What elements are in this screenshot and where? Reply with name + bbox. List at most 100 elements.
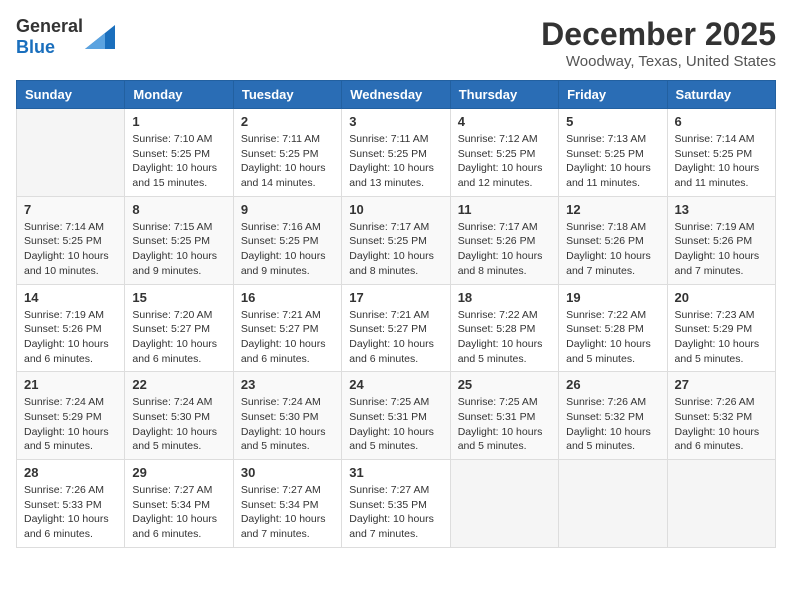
calendar-week-row: 7 Sunrise: 7:14 AMSunset: 5:25 PMDaylight… bbox=[17, 196, 776, 284]
day-info: Sunrise: 7:22 AMSunset: 5:28 PMDaylight:… bbox=[566, 308, 659, 367]
day-info: Sunrise: 7:26 AMSunset: 5:33 PMDaylight:… bbox=[24, 483, 117, 542]
weekday-header-wednesday: Wednesday bbox=[342, 81, 450, 109]
day-info: Sunrise: 7:21 AMSunset: 5:27 PMDaylight:… bbox=[241, 308, 334, 367]
day-info: Sunrise: 7:10 AMSunset: 5:25 PMDaylight:… bbox=[132, 132, 225, 191]
calendar-cell bbox=[17, 109, 125, 197]
calendar-week-row: 21 Sunrise: 7:24 AMSunset: 5:29 PMDayligh… bbox=[17, 372, 776, 460]
day-number: 13 bbox=[675, 202, 768, 217]
day-info: Sunrise: 7:18 AMSunset: 5:26 PMDaylight:… bbox=[566, 220, 659, 279]
day-info: Sunrise: 7:24 AMSunset: 5:30 PMDaylight:… bbox=[132, 395, 225, 454]
day-info: Sunrise: 7:24 AMSunset: 5:30 PMDaylight:… bbox=[241, 395, 334, 454]
day-info: Sunrise: 7:26 AMSunset: 5:32 PMDaylight:… bbox=[566, 395, 659, 454]
day-info: Sunrise: 7:27 AMSunset: 5:34 PMDaylight:… bbox=[241, 483, 334, 542]
calendar-cell: 14Sunrise: 7:19 AMSunset: 5:26 PMDayligh… bbox=[17, 284, 125, 372]
day-number: 1 bbox=[132, 114, 225, 129]
logo-icon bbox=[85, 25, 115, 49]
calendar-cell: 11 Sunrise: 7:17 AMSunset: 5:26 PMDayligh… bbox=[450, 196, 558, 284]
day-info: Sunrise: 7:25 AMSunset: 5:31 PMDaylight:… bbox=[349, 395, 442, 454]
calendar-cell: 7 Sunrise: 7:14 AMSunset: 5:25 PMDaylight… bbox=[17, 196, 125, 284]
weekday-header-tuesday: Tuesday bbox=[233, 81, 341, 109]
day-number: 9 bbox=[241, 202, 334, 217]
day-number: 21 bbox=[24, 377, 117, 392]
logo: General Blue bbox=[16, 16, 115, 58]
weekday-header-friday: Friday bbox=[559, 81, 667, 109]
calendar-cell: 30 Sunrise: 7:27 AMSunset: 5:34 PMDayligh… bbox=[233, 460, 341, 548]
day-info: Sunrise: 7:25 AMSunset: 5:31 PMDaylight:… bbox=[458, 395, 551, 454]
calendar-cell: 1 Sunrise: 7:10 AMSunset: 5:25 PMDaylight… bbox=[125, 109, 233, 197]
day-number: 30 bbox=[241, 465, 334, 480]
calendar-cell: 15 Sunrise: 7:20 AMSunset: 5:27 PMDayligh… bbox=[125, 284, 233, 372]
day-number: 7 bbox=[24, 202, 117, 217]
day-number: 27 bbox=[675, 377, 768, 392]
calendar-cell: 19 Sunrise: 7:22 AMSunset: 5:28 PMDayligh… bbox=[559, 284, 667, 372]
calendar-cell bbox=[667, 460, 775, 548]
calendar-cell bbox=[559, 460, 667, 548]
weekday-header-thursday: Thursday bbox=[450, 81, 558, 109]
day-number: 12 bbox=[566, 202, 659, 217]
location-title: Woodway, Texas, United States bbox=[541, 53, 776, 70]
calendar-cell: 27 Sunrise: 7:26 AMSunset: 5:32 PMDayligh… bbox=[667, 372, 775, 460]
day-info: Sunrise: 7:21 AMSunset: 5:27 PMDaylight:… bbox=[349, 308, 442, 367]
calendar-week-row: 14Sunrise: 7:19 AMSunset: 5:26 PMDayligh… bbox=[17, 284, 776, 372]
page-header: General Blue December 2025 Woodway, Texa… bbox=[16, 16, 776, 70]
calendar-cell: 25Sunrise: 7:25 AMSunset: 5:31 PMDayligh… bbox=[450, 372, 558, 460]
day-info: Sunrise: 7:14 AMSunset: 5:25 PMDaylight:… bbox=[24, 220, 117, 279]
day-number: 17 bbox=[349, 290, 442, 305]
day-info: Sunrise: 7:22 AMSunset: 5:28 PMDaylight:… bbox=[458, 308, 551, 367]
calendar-cell: 21 Sunrise: 7:24 AMSunset: 5:29 PMDayligh… bbox=[17, 372, 125, 460]
day-number: 11 bbox=[458, 202, 551, 217]
title-block: December 2025 Woodway, Texas, United Sta… bbox=[541, 16, 776, 70]
day-info: Sunrise: 7:19 AMSunset: 5:26 PMDaylight:… bbox=[24, 308, 117, 367]
calendar-week-row: 28 Sunrise: 7:26 AMSunset: 5:33 PMDayligh… bbox=[17, 460, 776, 548]
calendar-cell: 26 Sunrise: 7:26 AMSunset: 5:32 PMDayligh… bbox=[559, 372, 667, 460]
calendar-cell: 10 Sunrise: 7:17 AMSunset: 5:25 PMDayligh… bbox=[342, 196, 450, 284]
calendar-cell: 2Sunrise: 7:11 AMSunset: 5:25 PMDaylight… bbox=[233, 109, 341, 197]
calendar-cell: 22 Sunrise: 7:24 AMSunset: 5:30 PMDayligh… bbox=[125, 372, 233, 460]
day-number: 20 bbox=[675, 290, 768, 305]
weekday-header-saturday: Saturday bbox=[667, 81, 775, 109]
day-info: Sunrise: 7:19 AMSunset: 5:26 PMDaylight:… bbox=[675, 220, 768, 279]
day-info: Sunrise: 7:14 AMSunset: 5:25 PMDaylight:… bbox=[675, 132, 768, 191]
day-number: 29 bbox=[132, 465, 225, 480]
day-number: 31 bbox=[349, 465, 442, 480]
day-info: Sunrise: 7:16 AMSunset: 5:25 PMDaylight:… bbox=[241, 220, 334, 279]
day-info: Sunrise: 7:15 AMSunset: 5:25 PMDaylight:… bbox=[132, 220, 225, 279]
calendar-cell: 5Sunrise: 7:13 AMSunset: 5:25 PMDaylight… bbox=[559, 109, 667, 197]
calendar-cell: 3Sunrise: 7:11 AMSunset: 5:25 PMDaylight… bbox=[342, 109, 450, 197]
calendar-cell: 20 Sunrise: 7:23 AMSunset: 5:29 PMDayligh… bbox=[667, 284, 775, 372]
day-number: 22 bbox=[132, 377, 225, 392]
day-info: Sunrise: 7:17 AMSunset: 5:26 PMDaylight:… bbox=[458, 220, 551, 279]
calendar-cell: 13 Sunrise: 7:19 AMSunset: 5:26 PMDayligh… bbox=[667, 196, 775, 284]
calendar-cell: 16Sunrise: 7:21 AMSunset: 5:27 PMDayligh… bbox=[233, 284, 341, 372]
logo-text: General Blue bbox=[16, 16, 83, 58]
day-info: Sunrise: 7:24 AMSunset: 5:29 PMDaylight:… bbox=[24, 395, 117, 454]
day-info: Sunrise: 7:17 AMSunset: 5:25 PMDaylight:… bbox=[349, 220, 442, 279]
day-info: Sunrise: 7:27 AMSunset: 5:35 PMDaylight:… bbox=[349, 483, 442, 542]
day-info: Sunrise: 7:26 AMSunset: 5:32 PMDaylight:… bbox=[675, 395, 768, 454]
logo-general: General bbox=[16, 16, 83, 36]
day-info: Sunrise: 7:23 AMSunset: 5:29 PMDaylight:… bbox=[675, 308, 768, 367]
calendar-cell: 28 Sunrise: 7:26 AMSunset: 5:33 PMDayligh… bbox=[17, 460, 125, 548]
day-number: 3 bbox=[349, 114, 442, 129]
day-number: 4 bbox=[458, 114, 551, 129]
calendar-cell: 24Sunrise: 7:25 AMSunset: 5:31 PMDayligh… bbox=[342, 372, 450, 460]
calendar-cell bbox=[450, 460, 558, 548]
day-number: 8 bbox=[132, 202, 225, 217]
day-number: 15 bbox=[132, 290, 225, 305]
calendar-cell: 9 Sunrise: 7:16 AMSunset: 5:25 PMDaylight… bbox=[233, 196, 341, 284]
day-number: 28 bbox=[24, 465, 117, 480]
day-number: 19 bbox=[566, 290, 659, 305]
calendar-cell: 29Sunrise: 7:27 AMSunset: 5:34 PMDayligh… bbox=[125, 460, 233, 548]
calendar-cell: 8 Sunrise: 7:15 AMSunset: 5:25 PMDaylight… bbox=[125, 196, 233, 284]
day-info: Sunrise: 7:20 AMSunset: 5:27 PMDaylight:… bbox=[132, 308, 225, 367]
calendar-cell: 23 Sunrise: 7:24 AMSunset: 5:30 PMDayligh… bbox=[233, 372, 341, 460]
day-number: 10 bbox=[349, 202, 442, 217]
day-number: 6 bbox=[675, 114, 768, 129]
day-info: Sunrise: 7:12 AMSunset: 5:25 PMDaylight:… bbox=[458, 132, 551, 191]
day-number: 23 bbox=[241, 377, 334, 392]
day-number: 26 bbox=[566, 377, 659, 392]
calendar-cell: 17 Sunrise: 7:21 AMSunset: 5:27 PMDayligh… bbox=[342, 284, 450, 372]
calendar-week-row: 1 Sunrise: 7:10 AMSunset: 5:25 PMDaylight… bbox=[17, 109, 776, 197]
weekday-header-monday: Monday bbox=[125, 81, 233, 109]
month-title: December 2025 bbox=[541, 16, 776, 53]
